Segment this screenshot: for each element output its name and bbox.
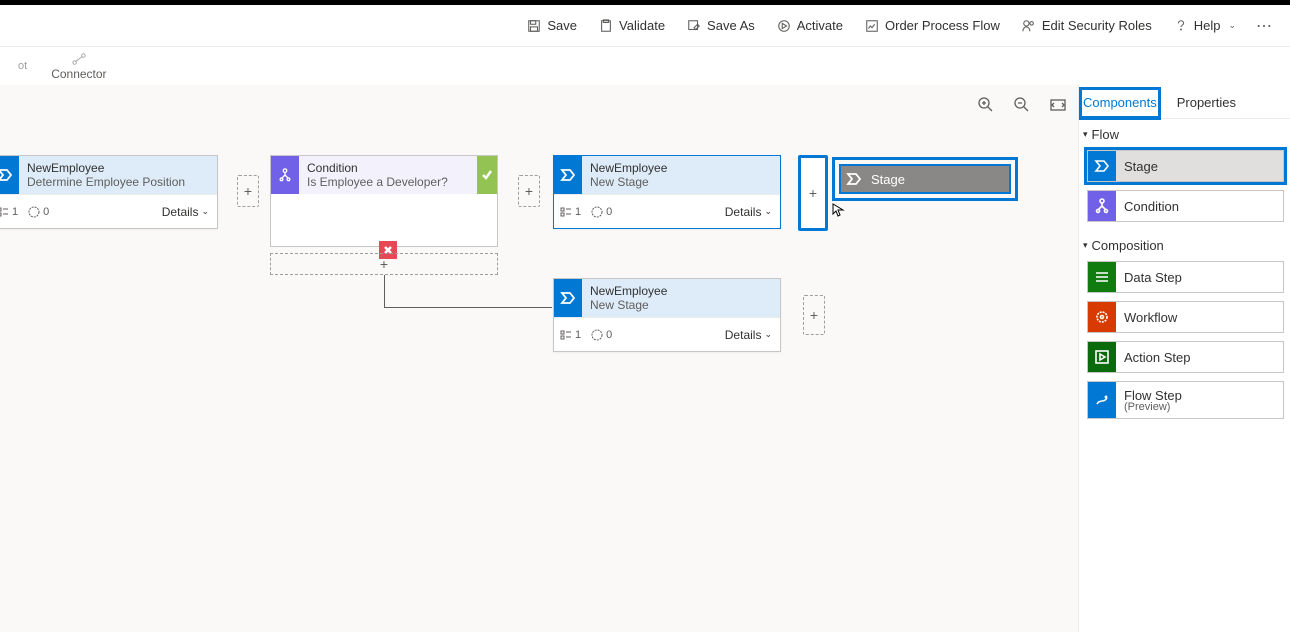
component-flow-step-label: Flow Step(Preview)	[1116, 388, 1283, 413]
validate-icon	[599, 19, 613, 33]
canvas[interactable]: NewEmployee Determine Employee Position …	[0, 85, 1078, 632]
section-composition-header[interactable]: ▾Composition	[1079, 230, 1290, 257]
component-flow-step[interactable]: Flow Step(Preview)	[1087, 381, 1284, 419]
duration: 0	[591, 206, 612, 218]
process-name-label: Order Process Flow	[885, 18, 1000, 33]
component-stage-label: Stage	[1116, 159, 1283, 174]
stage-entity: NewEmployee	[590, 161, 772, 175]
component-workflow-label: Workflow	[1116, 310, 1283, 325]
toolbox-connector[interactable]: Connector	[51, 52, 106, 81]
details-toggle[interactable]: Details⌄	[162, 205, 209, 219]
fit-screen-button[interactable]	[1050, 97, 1066, 116]
connector-icon	[72, 52, 86, 66]
activate-button[interactable]: Activate	[767, 14, 853, 37]
zoom-in-button[interactable]	[978, 97, 994, 116]
chevron-down-icon: ⌄	[1228, 20, 1236, 31]
component-condition-label: Condition	[1116, 199, 1283, 214]
validate-button[interactable]: Validate	[589, 14, 675, 37]
step-count: 1	[560, 329, 581, 341]
save-label: Save	[547, 18, 577, 33]
toolbox-bar: ot Connector	[0, 47, 1290, 85]
command-bar: Save Validate Save As Activate Order Pro…	[0, 5, 1290, 47]
more-button[interactable]: ⋯	[1248, 12, 1280, 40]
stage-chevron-icon	[1088, 151, 1116, 181]
toolbox-item-cut: ot	[18, 60, 27, 72]
save-as-button[interactable]: Save As	[677, 14, 765, 37]
duration: 0	[28, 206, 49, 218]
stage-chevron-icon	[0, 156, 19, 194]
save-as-icon	[687, 19, 701, 33]
action-step-icon	[1088, 342, 1116, 372]
component-data-step[interactable]: Data Step	[1087, 261, 1284, 293]
stage-title: New Stage	[590, 298, 772, 312]
tab-components[interactable]: Components	[1081, 89, 1159, 118]
security-icon	[1022, 19, 1036, 33]
dropzone-plus-2[interactable]: +	[518, 175, 540, 207]
stage-chevron-icon	[554, 156, 582, 194]
cursor-icon	[832, 203, 846, 220]
condition-icon	[1088, 191, 1116, 221]
dropzone-below-condition[interactable]: +	[270, 253, 498, 275]
save-icon	[527, 19, 541, 33]
help-icon	[1174, 19, 1188, 33]
component-stage[interactable]: Stage	[1087, 150, 1284, 182]
activate-icon	[777, 19, 791, 33]
stage-chevron-icon	[554, 279, 582, 317]
process-name-button[interactable]: Order Process Flow	[855, 14, 1010, 37]
condition-label: Condition	[307, 161, 469, 175]
step-count: 1	[0, 206, 18, 218]
flow-step-icon	[1088, 382, 1116, 418]
duration: 0	[591, 329, 612, 341]
save-as-label: Save As	[707, 18, 755, 33]
tab-properties[interactable]: Properties	[1175, 89, 1238, 118]
connector-line	[384, 275, 385, 307]
stage-title: Determine Employee Position	[27, 175, 209, 189]
condition-yes-icon	[477, 156, 497, 194]
stage-title: New Stage	[590, 175, 772, 189]
details-toggle[interactable]: Details⌄	[725, 328, 772, 342]
stage-entity: NewEmployee	[27, 161, 209, 175]
stage-entity: NewEmployee	[590, 284, 772, 298]
zoom-controls	[978, 97, 1066, 116]
component-action-step[interactable]: Action Step	[1087, 341, 1284, 373]
edit-security-button[interactable]: Edit Security Roles	[1012, 14, 1162, 37]
connector-line	[384, 307, 552, 308]
activate-label: Activate	[797, 18, 843, 33]
workflow-icon	[1088, 302, 1116, 332]
dropzone-plus-1[interactable]: +	[237, 175, 259, 207]
dropzone-active[interactable]: +	[798, 155, 828, 231]
component-action-step-label: Action Step	[1116, 350, 1283, 365]
component-workflow[interactable]: Workflow	[1087, 301, 1284, 333]
help-label: Help	[1194, 18, 1221, 33]
process-icon	[865, 19, 879, 33]
help-button[interactable]: Help ⌄	[1164, 14, 1246, 37]
component-condition[interactable]: Condition	[1087, 190, 1284, 222]
data-step-icon	[1088, 262, 1116, 292]
zoom-out-button[interactable]	[1014, 97, 1030, 116]
stage-card-2b[interactable]: NewEmployee New Stage 1 0 Details⌄	[553, 278, 781, 352]
section-flow-label: Flow	[1092, 127, 1119, 142]
stage-card-2a[interactable]: NewEmployee New Stage 1 0 Details⌄	[553, 155, 781, 229]
section-flow-header[interactable]: ▾Flow	[1079, 119, 1290, 146]
edit-security-label: Edit Security Roles	[1042, 18, 1152, 33]
save-button[interactable]: Save	[517, 14, 587, 37]
condition-question: Is Employee a Developer?	[307, 175, 469, 189]
validate-label: Validate	[619, 18, 665, 33]
dropzone-plus-3[interactable]: +	[803, 295, 825, 335]
condition-icon	[271, 156, 299, 194]
connector-label: Connector	[51, 67, 106, 81]
components-panel: Components Properties ▾Flow Stage Condit…	[1078, 85, 1290, 632]
details-toggle[interactable]: Details⌄	[725, 205, 772, 219]
section-composition-label: Composition	[1092, 238, 1164, 253]
drag-ghost-label: Stage	[867, 166, 905, 192]
drag-ghost-stage: Stage	[832, 157, 1018, 201]
condition-card[interactable]: Condition Is Employee a Developer?	[270, 155, 498, 247]
stage-card-1[interactable]: NewEmployee Determine Employee Position …	[0, 155, 218, 229]
stage-chevron-icon	[841, 166, 867, 192]
step-count: 1	[560, 206, 581, 218]
component-data-step-label: Data Step	[1116, 270, 1283, 285]
